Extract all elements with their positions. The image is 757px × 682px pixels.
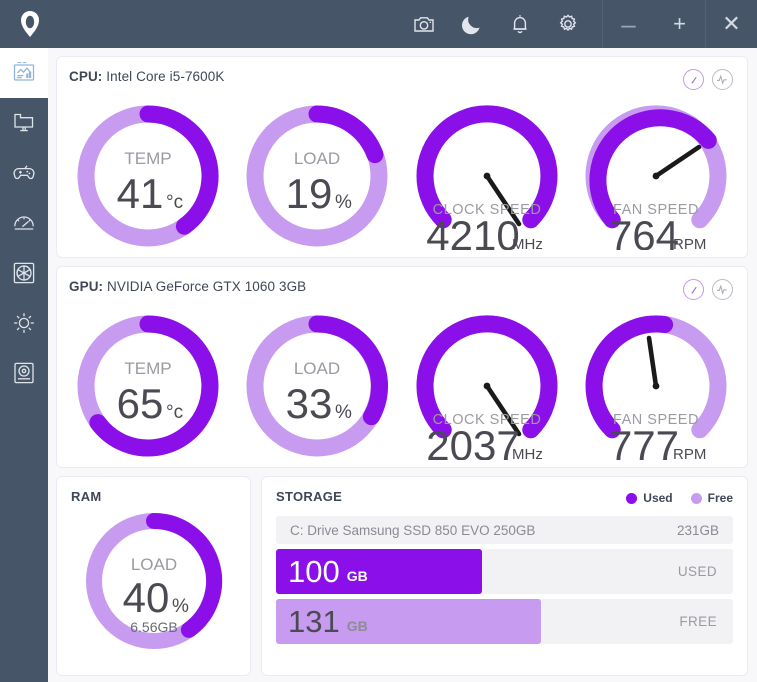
gpu-fan-gauge: FAN SPEED 777 RPM [572,312,742,460]
storage-used-value: 100 [288,554,340,589]
gpu-card-title: GPU: NVIDIA GeForce GTX 1060 3GB [57,267,747,294]
cpu-fan-gauge: FAN SPEED 764 RPM [572,102,742,250]
cpu-gauges: TEMP 41 °c LOAD 19 % CLOCK SPEED 4210 MH… [57,98,747,250]
sidebar-item-display[interactable] [0,98,48,148]
settings-button[interactable] [544,0,592,48]
ram-card-title: RAM [71,489,102,504]
cpu-clock-gauge: CLOCK SPEED 4210 MHz [402,102,572,250]
legend-item-used: Used [626,491,673,505]
storage-free-bar-track: 131 GB FREE [276,599,733,644]
bottom-row: RAM LOAD 40 % 6.56GB STORAGE Used Free C… [56,476,748,676]
gpu-temp-label: TEMP [124,359,171,378]
cpu-load-label: LOAD [294,149,340,168]
ram-load-gauge: LOAD 40 % 6.56GB [57,506,250,656]
storage-used-side-label: USED [677,564,717,579]
gpu-clock-unit: MHz [512,446,543,460]
cpu-graph-view-icon[interactable] [712,69,733,90]
window-controls-resize: – + [602,0,705,48]
storage-free-value: 131 [288,604,340,639]
storage-drive-row[interactable]: C: Drive Samsung SSD 850 EVO 250GB 231GB [276,516,733,544]
storage-free-bar-fill: 131 GB [276,599,542,644]
storage-used-bar-track: 100 GB USED [276,549,733,594]
cpu-load-gauge: LOAD 19 % [233,102,403,250]
gpu-card: GPU: NVIDIA GeForce GTX 1060 3GB TEMP 65… [56,266,748,468]
storage-card: STORAGE Used Free C: Drive Samsung SSD 8… [261,476,748,676]
cpu-clock-value: 4210 [426,212,519,250]
cpu-card-title: CPU: Intel Core i5-7600K [57,57,747,84]
cpu-view-toggles [683,69,733,90]
sidebar-item-cooling[interactable] [0,248,48,298]
storage-free-side-label: FREE [679,614,717,629]
gpu-clock-value: 2037 [426,422,519,460]
legend-used-dot [626,492,638,504]
ram-load-value: 40 [122,574,169,621]
screenshot-button[interactable] [400,0,448,48]
gpu-fan-unit: RPM [673,446,706,460]
sidebar-item-gaming[interactable] [0,148,48,198]
notifications-button[interactable] [496,0,544,48]
legend-free-dot [690,492,702,504]
gpu-gauges: TEMP 65 °c LOAD 33 % CLOCK SPEED 2037 MH… [57,308,747,460]
cpu-device: Intel Core i5-7600K [102,69,225,84]
storage-body: C: Drive Samsung SSD 850 EVO 250GB 231GB… [262,504,747,644]
cpu-temp-label: TEMP [124,149,171,168]
cpu-label: CPU: [69,69,103,84]
cpu-fan-unit: RPM [673,236,706,250]
cpu-card: CPU: Intel Core i5-7600K TEMP 41 °c LOAD… [56,56,748,258]
main-content: CPU: Intel Core i5-7600K TEMP 41 °c LOAD… [48,48,757,682]
storage-free-unit: GB [346,617,368,634]
gpu-temp-gauge: TEMP 65 °c [63,312,233,460]
app-logo [6,0,54,48]
cpu-load-value: 19 [286,170,333,217]
ram-card: RAM LOAD 40 % 6.56GB [56,476,251,676]
sidebar [0,48,48,682]
maximize-button[interactable]: + [654,0,705,48]
legend-used-label: Used [643,491,673,505]
legend-item-free: Free [690,491,733,505]
storage-legend: Used Free [626,491,733,505]
storage-drive-name: C: Drive Samsung SSD 850 EVO 250GB [290,522,536,538]
gpu-temp-unit: °c [166,402,183,423]
cpu-clock-unit: MHz [512,236,543,250]
sidebar-item-performance[interactable] [0,198,48,248]
legend-free-label: Free [707,491,733,505]
gpu-label: GPU: [69,279,104,294]
storage-used-bar-fill: 100 GB [276,549,482,594]
gpu-temp-value: 65 [116,380,163,427]
close-button[interactable]: ✕ [706,0,757,48]
ram-load-unit: % [172,596,189,617]
gpu-graph-view-icon[interactable] [712,279,733,300]
gpu-load-label: LOAD [294,359,340,378]
cpu-load-unit: % [335,192,352,213]
sidebar-item-storage[interactable] [0,348,48,398]
window-controls-close: ✕ [705,0,757,48]
cpu-temp-unit: °c [166,192,183,213]
storage-used-unit: GB [346,567,368,584]
ram-load-absolute: 6.56GB [130,619,177,635]
gpu-fan-value: 777 [609,422,679,460]
ram-load-label: LOAD [130,555,176,574]
minimize-button[interactable]: – [603,0,654,48]
dark-mode-button[interactable] [448,0,496,48]
cpu-temp-value: 41 [116,170,163,217]
titlebar-actions [400,0,592,48]
gpu-gauge-view-icon[interactable] [683,279,704,300]
storage-drive-size: 231GB [676,522,719,538]
gpu-load-value: 33 [286,380,333,427]
gpu-device: NVIDIA GeForce GTX 1060 3GB [103,279,307,294]
cpu-temp-gauge: TEMP 41 °c [63,102,233,250]
gpu-view-toggles [683,279,733,300]
cpu-gauge-view-icon[interactable] [683,69,704,90]
sidebar-item-dashboard[interactable] [0,48,48,98]
gpu-load-gauge: LOAD 33 % [233,312,403,460]
title-bar: – + ✕ [0,0,757,48]
gpu-load-unit: % [335,402,352,423]
cpu-fan-value: 764 [609,212,679,250]
sidebar-item-lighting[interactable] [0,298,48,348]
gpu-clock-gauge: CLOCK SPEED 2037 MHz [402,312,572,460]
